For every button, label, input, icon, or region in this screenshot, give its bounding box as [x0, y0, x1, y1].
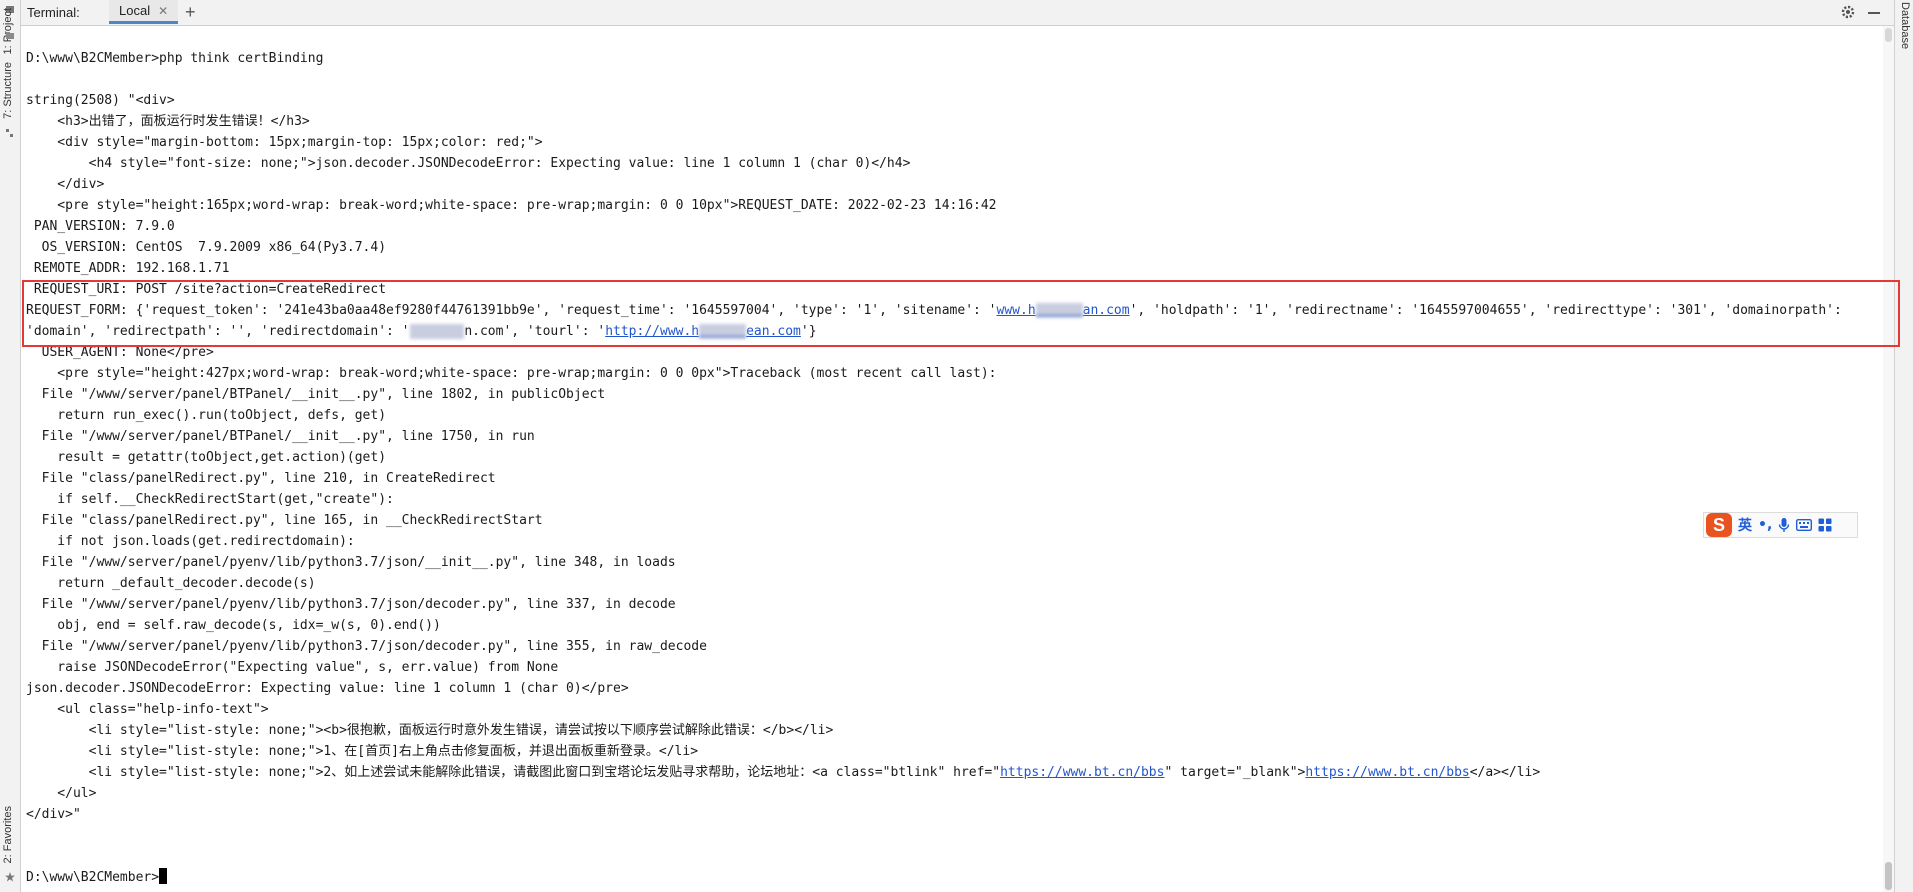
redacted-text: xxxxxx: [699, 324, 747, 339]
terminal-line: if self.__CheckRedirectStart(get,"create…: [26, 492, 394, 507]
tool-tab-structure[interactable]: 7: Structure: [2, 62, 14, 119]
folder-icon[interactable]: [5, 30, 15, 40]
terminal-line: <pre style="height:427px;word-wrap: brea…: [26, 366, 997, 381]
terminal-line: <h3>出错了，面板运行时发生错误！</h3>: [26, 114, 310, 129]
terminal-line: </div>": [26, 807, 81, 822]
terminal-line: File "/www/server/panel/BTPanel/__init__…: [26, 429, 535, 444]
terminal-line: <ul class="help-info-text">: [26, 702, 269, 717]
bbs-link-text[interactable]: https://www.bt.cn/bbs: [1305, 765, 1469, 780]
vertical-scrollbar[interactable]: [1883, 26, 1894, 892]
request-form-line-2: 'domain', 'redirectpath': '', 'redirectd…: [26, 324, 817, 339]
tourl-link[interactable]: http://www.hxxxxxxean.com: [605, 324, 801, 339]
scrollbar-top-marker: [1885, 28, 1892, 42]
ime-language-toggle[interactable]: 英: [1738, 515, 1752, 535]
terminal-header: Terminal: Local ✕ +: [21, 0, 1894, 26]
terminal-line: File "class/panelRedirect.py", line 210,…: [26, 471, 496, 486]
plus-icon[interactable]: +: [185, 2, 196, 22]
microphone-icon[interactable]: [1778, 517, 1790, 533]
minimize-icon[interactable]: [1868, 12, 1880, 14]
terminal-line: if not json.loads(get.redirectdomain):: [26, 534, 355, 549]
terminal-line: File "class/panelRedirect.py", line 165,…: [26, 513, 543, 528]
terminal-prompt: D:\www\B2CMember>: [26, 870, 160, 885]
gear-icon[interactable]: [1840, 4, 1856, 20]
ime-toolbar[interactable]: S 英 •,: [1703, 512, 1858, 538]
terminal-line: obj, end = self.raw_decode(s, idx=_w(s, …: [26, 618, 441, 633]
terminal-line: <div style="margin-bottom: 15px;margin-t…: [26, 135, 543, 150]
terminal-line: File "/www/server/panel/pyenv/lib/python…: [26, 597, 676, 612]
bbs-link-href[interactable]: https://www.bt.cn/bbs: [1000, 765, 1164, 780]
tool-tab-database[interactable]: Database: [1899, 2, 1911, 49]
right-tool-strip: Database: [1894, 0, 1913, 892]
terminal-line: <h4 style="font-size: none;">json.decode…: [26, 156, 911, 171]
terminal-line: <li style="list-style: none;"><b>很抱歉，面板运…: [26, 723, 834, 738]
terminal-prompt-line[interactable]: D:\www\B2CMember>: [26, 867, 168, 888]
grid-icon[interactable]: [1818, 518, 1832, 532]
terminal-line: PAN_VERSION: 7.9.0: [26, 219, 175, 234]
tool-tab-favorites[interactable]: 2: Favorites: [2, 806, 14, 863]
structure-icon[interactable]: [5, 128, 15, 138]
close-icon[interactable]: ✕: [158, 4, 168, 18]
terminal-line: D:\www\B2CMember>php think certBinding: [26, 51, 324, 66]
terminal-line: json.decoder.JSONDecodeError: Expecting …: [26, 681, 629, 696]
help-li-line: <li style="list-style: none;">2、如上述尝试未能解…: [26, 765, 1541, 780]
terminal-line: OS_VERSION: CentOS 7.9.2009 x86_64(Py3.7…: [26, 240, 387, 255]
terminal-output[interactable]: D:\www\B2CMember>php think certBinding s…: [26, 26, 1883, 892]
terminal-line: return run_exec().run(toObject, defs, ge…: [26, 408, 387, 423]
star-icon[interactable]: [5, 872, 15, 882]
terminal-line: </div>: [26, 177, 105, 192]
terminal-line: REQUEST_URI: POST /site?action=CreateRed…: [26, 282, 387, 297]
ime-punctuation-toggle[interactable]: •,: [1758, 517, 1772, 533]
terminal-line: REMOTE_ADDR: 192.168.1.71: [26, 261, 230, 276]
terminal-line: File "/www/server/panel/pyenv/lib/python…: [26, 639, 707, 654]
terminal-title: Terminal:: [27, 5, 80, 20]
terminal-line: <pre style="height:165px;word-wrap: brea…: [26, 198, 997, 213]
keyboard-icon[interactable]: [1796, 519, 1813, 531]
ime-logo[interactable]: S: [1706, 513, 1732, 537]
sitename-link[interactable]: www.hxxxxxxan.com: [997, 303, 1130, 318]
terminal-line: raise JSONDecodeError("Expecting value",…: [26, 660, 559, 675]
terminal-line: result = getattr(toObject,get.action)(ge…: [26, 450, 387, 465]
terminal-line: </ul>: [26, 786, 97, 801]
terminal-line: File "/www/server/panel/BTPanel/__init__…: [26, 387, 606, 402]
text-cursor: [159, 868, 168, 884]
request-form-line-1: REQUEST_FORM: {'request_token': '241e43b…: [26, 303, 1842, 318]
left-tool-strip: 1: Project 7: Structure 2: Favorites: [0, 0, 21, 892]
tab-local[interactable]: Local ✕: [109, 0, 179, 24]
terminal-line: <li style="list-style: none;">1、在[首页]右上角…: [26, 744, 699, 759]
redacted-text: xxxxxxx: [409, 324, 465, 339]
terminal-line: string(2508) "<div>: [26, 93, 175, 108]
tab-local-label: Local: [119, 3, 151, 18]
redacted-text: xxxxxx: [1035, 303, 1083, 318]
terminal-line: USER_AGENT: None</pre>: [26, 345, 214, 360]
terminal-line: return _default_decoder.decode(s): [26, 576, 316, 591]
terminal-line: File "/www/server/panel/pyenv/lib/python…: [26, 555, 676, 570]
scrollbar-thumb[interactable]: [1885, 862, 1892, 890]
